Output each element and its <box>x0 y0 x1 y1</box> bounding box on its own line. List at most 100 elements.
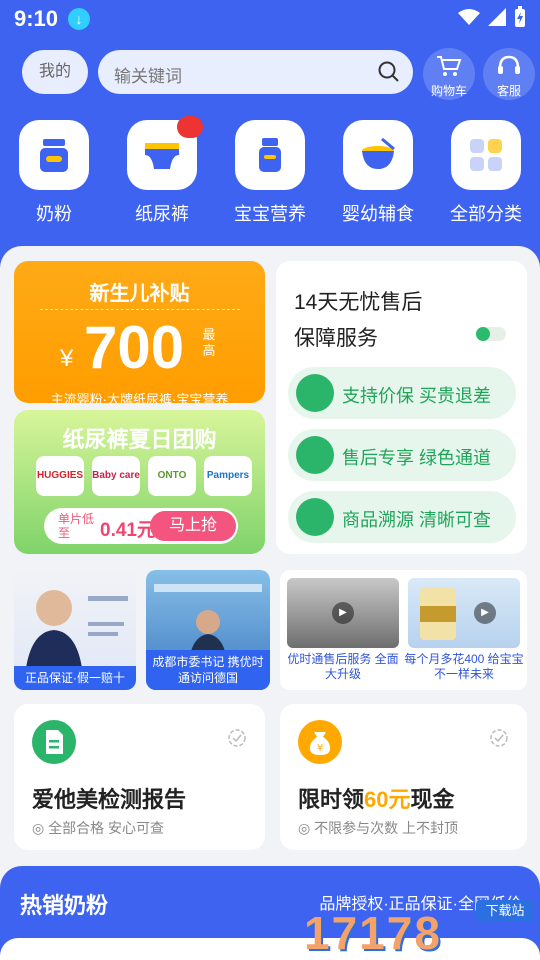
title-prefix: 限时领 <box>298 787 365 812</box>
photo-caption: 正品保证·假一赔十 <box>14 666 136 690</box>
card-tags: ◎ 全部合格 安心可查 <box>32 820 164 836</box>
video-caption: 每个月多花400 给宝宝不一样未来 <box>404 652 524 681</box>
refund-icon <box>296 374 334 412</box>
service-title: 14天无忧售后 保障服务 <box>294 285 422 357</box>
milk-can-icon <box>40 139 68 172</box>
carousel-indicator <box>476 327 506 341</box>
category-icon-box <box>451 120 521 190</box>
category-label: 婴幼辅食 <box>342 204 414 224</box>
service-title-line1: 14天无忧售后 <box>294 291 423 314</box>
price-label: 单片低至 <box>58 512 95 540</box>
card-tags: ◎ 不限参与次数 上不封顶 <box>298 820 458 836</box>
cart-label: 购物车 <box>430 84 467 98</box>
site-watermark: 17178 下载站 <box>304 900 534 959</box>
cash-reward-card[interactable]: ¥ 限时领60元现金 ◎ 不限参与次数 上不封顶 <box>280 704 527 850</box>
category-baby-food[interactable]: 婴幼辅食 <box>338 120 418 226</box>
title-highlight: 60元 <box>364 787 411 812</box>
service-label: 客服 <box>496 84 521 98</box>
brand-logo: Pampers <box>204 456 252 496</box>
category-icon-box <box>19 120 89 190</box>
brand-logo: HUGGIES <box>36 456 84 496</box>
signal-icon <box>488 8 506 26</box>
founder-photo-card[interactable]: 正品保证·假一赔十 <box>14 570 136 690</box>
download-icon: ↓ <box>68 8 90 30</box>
newborn-subsidy-banner[interactable]: 新生儿补贴 ¥ 700 最高 主流婴粉·大牌纸尿裤·宝宝营养 <box>14 261 265 403</box>
brand-logos: HUGGIES Baby care ONTO Pampers <box>36 456 252 496</box>
video-thumbnail[interactable]: ▶ <box>287 578 399 648</box>
category-icon-box <box>235 120 305 190</box>
all-categories-icon <box>470 139 502 171</box>
card-tags-text: 全部合格 安心可查 <box>48 820 164 836</box>
main-content: 新生儿补贴 ¥ 700 最高 主流婴粉·大牌纸尿裤·宝宝营养 纸尿裤夏日团购 H… <box>0 246 540 960</box>
service-item-price-protection[interactable]: 支持价保 买贵退差 <box>288 367 516 419</box>
nutrition-jar-icon <box>259 138 281 172</box>
badge-icon <box>228 729 246 747</box>
service-title-line2: 保障服务 <box>294 327 378 350</box>
trace-search-icon <box>296 498 334 536</box>
divider <box>40 309 240 310</box>
after-sales-icon <box>296 436 334 474</box>
customer-service-button[interactable]: 客服 <box>483 48 535 100</box>
category-label: 纸尿裤 <box>135 204 189 224</box>
photo-caption: 成都市委书记 携优时通访问德国 <box>146 650 270 690</box>
card-tags-text: 不限参与次数 上不封顶 <box>314 820 458 836</box>
headset-icon <box>498 55 520 74</box>
section-title: 热销奶粉 <box>20 893 109 918</box>
price-value: 0.41元 <box>100 520 156 541</box>
search-placeholder: 输关键词 <box>114 67 182 86</box>
baby-food-bowl-icon <box>362 137 395 169</box>
subsidy-title: 新生儿补贴 <box>89 283 190 305</box>
subsidy-amount: ¥ 700 最高 <box>14 315 265 381</box>
document-icon <box>32 720 76 764</box>
diaper-group-buy-banner[interactable]: 纸尿裤夏日团购 HUGGIES Baby care ONTO Pampers 单… <box>14 410 265 554</box>
top-bar: 我的 输关键词 购物车 客服 <box>0 48 540 100</box>
play-icon[interactable]: ▶ <box>332 602 354 624</box>
search-input[interactable]: 输关键词 <box>98 50 413 94</box>
status-bar: 9:10 ↓ <box>0 0 540 38</box>
diaper-icon <box>145 143 179 169</box>
cart-icon <box>437 56 462 76</box>
cart-button[interactable]: 购物车 <box>423 48 475 100</box>
svg-text:¥: ¥ <box>317 743 323 754</box>
hot-hand-badge-icon <box>177 116 203 138</box>
wifi-icon <box>458 9 480 25</box>
amount-value: 700 <box>84 314 185 381</box>
money-bag-icon: ¥ <box>298 720 342 764</box>
brand-logo: ONTO <box>148 456 196 496</box>
video-card: ▶ 优时通售后服务 全面大升级 ▶ 每个月多花400 给宝宝不一样未来 <box>280 570 527 690</box>
play-icon[interactable]: ▶ <box>474 602 496 624</box>
brand-logo: Baby care <box>92 456 140 496</box>
system-icons <box>458 6 526 28</box>
grab-now-button[interactable]: 马上抢 <box>150 511 236 541</box>
service-item-label: 支持价保 买贵退差 <box>342 386 492 406</box>
category-icon-box <box>343 120 413 190</box>
amount-suffix: 最高 <box>202 327 216 358</box>
video-caption: 优时通售后服务 全面大升级 <box>287 652 399 681</box>
price-deal: 单片低至 0.41元 马上抢 <box>44 508 238 544</box>
category-icon-box <box>127 116 203 190</box>
watermark-text: 17178 <box>304 907 442 959</box>
search-icon[interactable] <box>377 60 401 84</box>
mine-button[interactable]: 我的 <box>22 50 88 94</box>
category-diapers[interactable]: 纸尿裤 <box>122 116 203 226</box>
watermark-label: 下载站 <box>476 900 534 922</box>
service-item-label: 商品溯源 清晰可查 <box>342 510 492 530</box>
news-photo-card[interactable]: 成都市委书记 携优时通访问德国 <box>146 570 270 690</box>
video-thumbnail[interactable]: ▶ <box>408 578 520 648</box>
currency-symbol: ¥ <box>60 345 74 372</box>
status-time: 9:10 <box>14 6 59 31</box>
title-suffix: 现金 <box>410 787 455 812</box>
category-bar: 奶粉 纸尿裤 宝宝营养 婴幼辅食 全部分类 <box>0 116 540 230</box>
diaper-promo-title: 纸尿裤夏日团购 <box>62 427 217 452</box>
category-label: 全部分类 <box>450 204 522 224</box>
service-item-traceability[interactable]: 商品溯源 清晰可查 <box>288 491 516 543</box>
category-milk-powder[interactable]: 奶粉 <box>14 120 94 226</box>
badge-icon <box>490 729 508 747</box>
service-item-green-channel[interactable]: 售后专享 绿色通道 <box>288 429 516 481</box>
category-all[interactable]: 全部分类 <box>446 120 526 226</box>
test-report-card[interactable]: 爱他美检测报告 ◎ 全部合格 安心可查 <box>14 704 265 850</box>
category-label: 奶粉 <box>36 204 72 224</box>
milk-can-product-image <box>420 588 456 640</box>
category-baby-nutrition[interactable]: 宝宝营养 <box>230 120 310 226</box>
after-sales-card: 14天无忧售后 保障服务 支持价保 买贵退差 售后专享 绿色通道 商品溯源 清晰… <box>276 261 527 554</box>
